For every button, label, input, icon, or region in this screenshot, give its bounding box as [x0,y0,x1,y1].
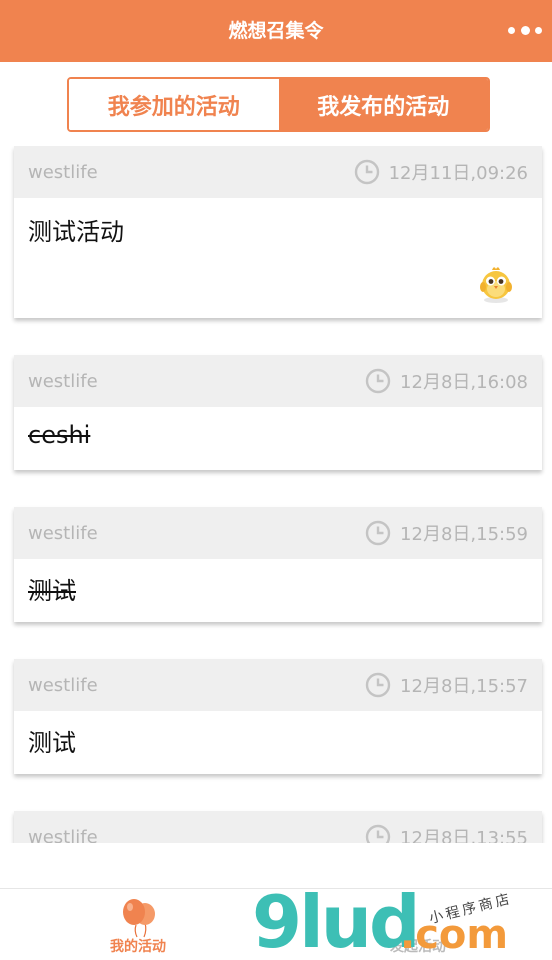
card-header: westlife 12月8日,13:55 [14,811,542,843]
more-menu-icon[interactable] [508,19,542,41]
activity-time: 12月8日,13:55 [400,828,528,843]
author-name: westlife [28,674,98,696]
author-name: westlife [28,522,98,544]
activity-card[interactable]: westlife 12月8日,16:08 ceshi [14,355,542,470]
tab-publish-activity[interactable]: 发起活动 [348,889,488,960]
activity-list[interactable]: westlife 12月11日,09:26 测试活动 westlife 12月8… [0,146,552,843]
tab-my-activities-label: 我的活动 [110,939,166,955]
balloons-icon [123,899,155,938]
navigation-bar: 燃想召集令 [0,0,552,62]
tab-joined-activities[interactable]: 我参加的活动 [69,79,279,130]
clock-icon [365,824,391,843]
activity-time: 12月8日,15:57 [400,676,528,697]
activity-segment-control: 我参加的活动 我发布的活动 [67,77,490,132]
activity-title: 测试活动 [28,218,124,246]
clock-icon [365,672,391,698]
bottom-tab-bar: 我的活动 发起活动 [0,888,552,960]
chick-mascot-icon [480,267,512,303]
clock-icon [365,520,391,546]
clock-icon [365,368,391,394]
activity-card[interactable]: westlife 12月8日,13:55 [14,811,542,843]
activity-time: 12月8日,16:08 [400,372,528,393]
clock-icon [354,159,379,185]
activity-title: 测试 [28,577,76,605]
card-header: westlife 12月11日,09:26 [14,146,542,198]
tab-published-activities[interactable]: 我发布的活动 [278,79,488,130]
activity-time: 12月11日,09:26 [388,163,528,184]
tab-my-activities[interactable]: 我的活动 [68,889,208,960]
page-title: 燃想召集令 [228,20,324,42]
tab-publish-activity-label: 发起活动 [390,939,446,955]
activity-card[interactable]: westlife 12月8日,15:57 测试 [14,659,542,774]
author-name: westlife [28,370,98,392]
author-name: westlife [28,826,98,844]
card-header: westlife 12月8日,16:08 [14,355,542,407]
author-name: westlife [28,161,98,183]
activity-title: ceshi [28,421,91,449]
activity-time: 12月8日,15:59 [400,524,528,545]
activity-card[interactable]: westlife 12月8日,15:59 测试 [14,507,542,622]
card-header: westlife 12月8日,15:59 [14,507,542,559]
card-header: westlife 12月8日,15:57 [14,659,542,711]
activity-title: 测试 [28,729,76,757]
activity-card[interactable]: westlife 12月11日,09:26 测试活动 [14,146,542,318]
